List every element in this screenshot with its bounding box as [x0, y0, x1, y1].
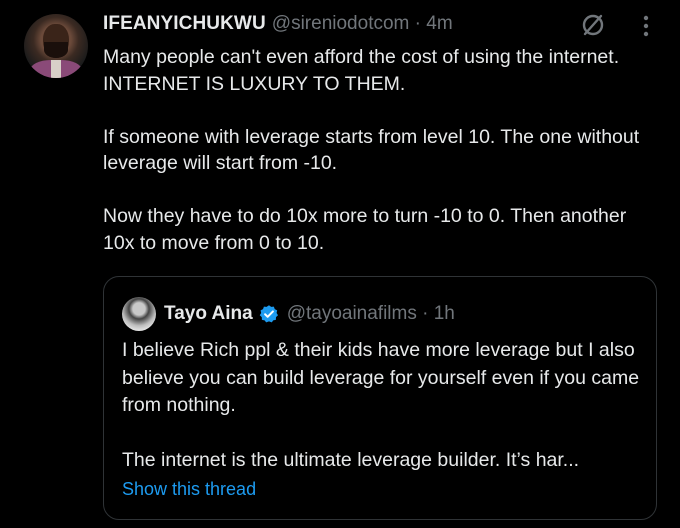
tweet-text: Many people can't even afford the cost o… [103, 46, 640, 254]
quoted-author-handle-time[interactable]: @tayoainafilms · 1h [287, 303, 455, 325]
no-entry-slash-icon[interactable] [580, 12, 606, 38]
quoted-author-name[interactable]: Tayo Aina [164, 303, 253, 325]
author-handle-time[interactable]: @sireniodotcom · 4m [272, 13, 453, 35]
more-options-icon[interactable] [640, 14, 652, 38]
avatar-shirt [51, 60, 61, 78]
tweet-header: IFEANYICHUKWU @sireniodotcom · 4m [103, 11, 453, 37]
show-thread-link[interactable]: Show this thread [122, 479, 256, 500]
author-name[interactable]: IFEANYICHUKWU [103, 13, 266, 35]
quoted-tweet-card[interactable]: Tayo Aina @tayoainafilms · 1h I believe … [103, 276, 657, 520]
author-avatar[interactable] [24, 14, 88, 78]
quoted-author-avatar[interactable] [122, 297, 156, 331]
verified-badge-icon [259, 305, 278, 323]
avatar-beard [44, 42, 68, 58]
quoted-tweet-text: I believe Rich ppl & their kids have mor… [122, 339, 640, 471]
quoted-tweet-header: Tayo Aina @tayoainafilms · 1h [164, 297, 455, 331]
